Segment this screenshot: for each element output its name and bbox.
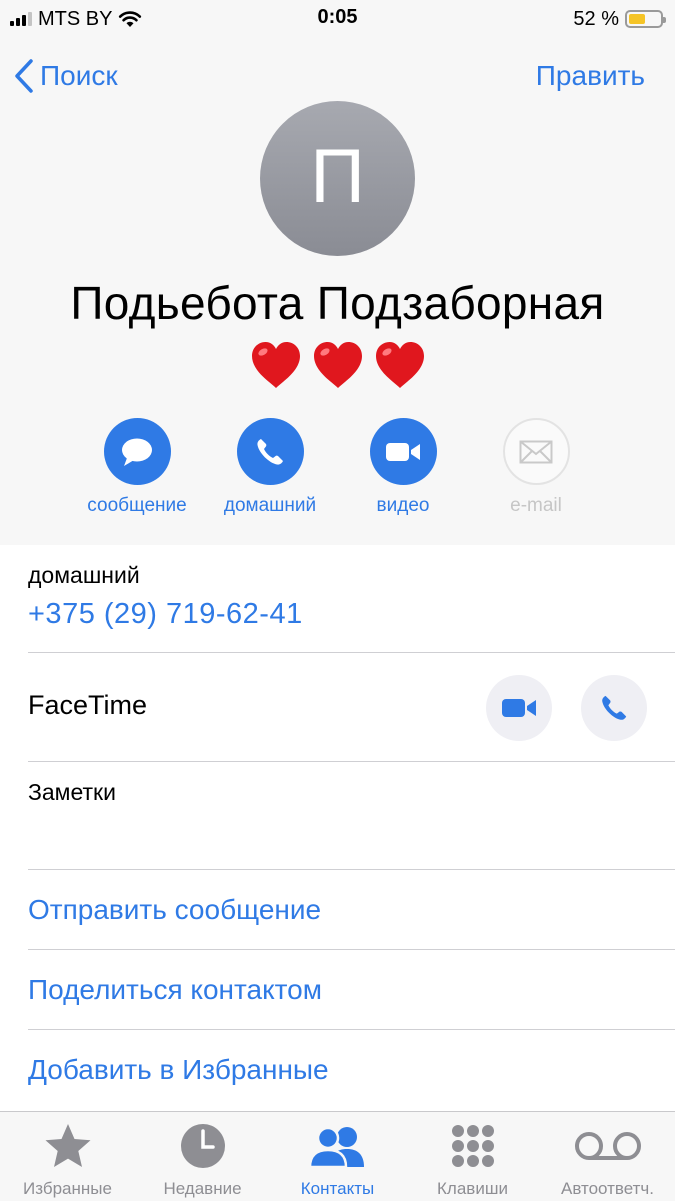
row-divider: [28, 761, 675, 762]
back-button[interactable]: Поиск: [14, 56, 118, 96]
star-icon: [45, 1124, 90, 1167]
heart-icon: [251, 342, 300, 388]
status-bar: MTS BY 0:05 52 %: [0, 0, 675, 38]
tab-label: Избранные: [23, 1179, 112, 1198]
call-action-label: домашний: [223, 495, 317, 516]
share-contact-link[interactable]: Поделиться контактом: [28, 974, 322, 1006]
envelope-icon: [519, 440, 553, 463]
call-action-circle[interactable]: [236, 418, 304, 485]
tab-voicemail[interactable]: Автоответч.: [540, 1112, 675, 1201]
facetime-video-button[interactable]: [486, 675, 552, 741]
email-action-label: e-mail: [510, 495, 562, 516]
edit-button[interactable]: Править: [536, 56, 645, 96]
tab-bar: Избранные Недавние Контакты Клавиши Авто…: [0, 1111, 675, 1201]
tab-label: Автоответч.: [560, 1179, 654, 1198]
video-action-label: видео: [376, 495, 430, 516]
video-action-circle[interactable]: [369, 418, 437, 485]
back-label: Поиск: [40, 60, 118, 91]
notes-label: Заметки: [28, 779, 116, 805]
tab-recents[interactable]: Недавние: [135, 1112, 270, 1201]
battery-level: [629, 14, 645, 24]
video-camera-icon: [502, 699, 536, 717]
heart-icon: [375, 342, 424, 388]
battery-percent: 52 %: [573, 7, 619, 30]
message-bubble-icon: [122, 438, 152, 466]
tab-label: Клавиши: [437, 1179, 508, 1198]
avatar-initial: П: [310, 134, 365, 219]
voicemail-icon: [574, 1132, 641, 1160]
phone-icon: [257, 438, 283, 465]
facetime-audio-button[interactable]: [581, 675, 647, 741]
facetime-label: FaceTime: [28, 690, 148, 720]
heart-icon: [313, 342, 362, 388]
avatar: П: [260, 101, 415, 256]
tab-contacts[interactable]: Контакты: [270, 1112, 405, 1201]
row-divider: [28, 869, 675, 870]
contact-name: Подьебота Подзаборная: [70, 277, 605, 329]
status-right: 52 %: [573, 6, 666, 32]
email-action-circle[interactable]: [502, 418, 570, 485]
message-action-label: сообщение: [87, 495, 187, 516]
contacts-icon: [308, 1126, 364, 1168]
row-divider: [28, 652, 675, 653]
message-action-button[interactable]: сообщение: [67, 418, 207, 517]
keypad-icon: [451, 1125, 494, 1167]
add-to-favorites-link[interactable]: Добавить в Избранные: [28, 1054, 329, 1086]
message-action-circle[interactable]: [103, 418, 171, 485]
chevron-left-icon: [15, 59, 33, 93]
send-message-link[interactable]: Отправить сообщение: [28, 894, 321, 926]
video-camera-icon: [386, 442, 420, 461]
video-action-button[interactable]: видео: [333, 418, 473, 517]
email-action-button[interactable]: e-mail: [466, 418, 606, 517]
tab-label: Недавние: [163, 1179, 242, 1198]
call-home-action-button[interactable]: домашний: [200, 418, 340, 517]
tab-label: Контакты: [300, 1179, 375, 1198]
tab-favorites[interactable]: Избранные: [0, 1112, 135, 1201]
phone-type-label: домашний: [28, 562, 140, 588]
clock-icon: [180, 1124, 225, 1168]
battery-icon: [625, 10, 666, 28]
tab-keypad[interactable]: Клавиши: [405, 1112, 540, 1201]
phone-number-link[interactable]: +375 (29) 719-62-41: [28, 598, 303, 631]
phone-icon: [602, 695, 627, 720]
name-emoji: [0, 338, 675, 394]
row-divider: [28, 1029, 675, 1030]
row-divider: [28, 949, 675, 950]
